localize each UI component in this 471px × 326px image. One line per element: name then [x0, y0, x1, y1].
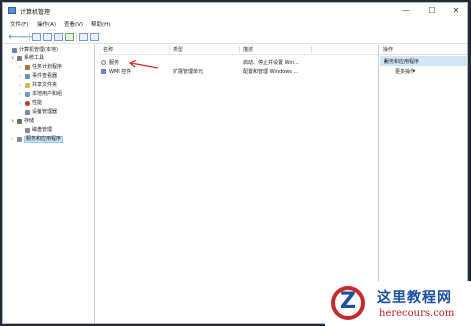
tree-node-label: 共享文件夹 [32, 82, 58, 88]
menu-bar: 文件(F) 操作(A) 查看(V) 帮助(H) [3, 20, 467, 29]
tree-expander-icon[interactable]: › [11, 136, 16, 143]
services-applications-icon [17, 137, 22, 142]
tools-icon [17, 56, 22, 61]
more-actions-item[interactable]: 更多操作 ▸ [395, 68, 416, 75]
annotation-arrow-icon [128, 60, 159, 69]
tree-expander-icon[interactable]: › [19, 73, 24, 80]
row-description: 启动、停止并设置 Win... [243, 60, 299, 66]
tree-expander-icon[interactable]: ∨ [11, 118, 16, 125]
tree-expander-icon[interactable]: › [19, 100, 24, 107]
device-manager-icon [25, 110, 30, 115]
column-header-row: 名称 类型 描述 [99, 45, 378, 55]
event-viewer-icon [25, 74, 30, 79]
computer-management-window: 计算机管理 — ☐ ✕ 文件(F) 操作(A) 查看(V) 帮助(H) 🡐 🡒 … [2, 2, 468, 324]
show-hide-tree-icon[interactable] [43, 33, 52, 41]
tree-node-label: 存储 [24, 118, 35, 124]
properties-icon[interactable] [54, 33, 63, 41]
toolbar-separator [29, 33, 30, 41]
watermark-title: 这里教程网 [377, 290, 452, 306]
tree-expander-icon[interactable]: › [19, 64, 24, 71]
users-icon [25, 92, 30, 97]
watermark-logo-letter: Z [340, 289, 356, 314]
tree-expander-icon[interactable]: ∨ [11, 55, 16, 62]
watermark-url: herecours.com [379, 308, 455, 319]
title-bar: 计算机管理 — ☐ ✕ [3, 3, 467, 18]
submenu-arrow-icon: ▸ [413, 68, 416, 74]
actions-header-label: 操作 [383, 47, 394, 53]
tree-node-label: 服务和应用程序 [24, 136, 64, 143]
toolbar: 🡐 🡒 [3, 31, 467, 44]
services-gear-icon [101, 60, 106, 65]
up-folder-icon[interactable] [32, 33, 41, 41]
column-divider[interactable] [239, 46, 240, 53]
tree-node-label: 性能 [32, 100, 43, 106]
tree-node-label: 事件查看器 [32, 73, 58, 79]
column-divider[interactable] [169, 46, 170, 53]
actions-section-services-applications[interactable]: 服务和应用程序 ▴ [380, 56, 467, 66]
tree-node-label: 计算机管理(本地) [19, 47, 58, 53]
tree-node-label: 系统工具 [24, 55, 45, 61]
column-divider[interactable] [311, 46, 312, 53]
maximize-button[interactable]: ☐ [421, 5, 443, 16]
row-description: 配置和管理 Windows ... [243, 69, 299, 75]
folder-icon [25, 83, 30, 88]
tree-expander-icon[interactable]: › [19, 82, 24, 89]
toolbar-separator [76, 33, 77, 41]
more-actions-label: 更多操作 [395, 69, 416, 75]
tree-expander-icon[interactable]: › [19, 91, 24, 98]
row-name: 服务 [109, 60, 120, 66]
back-arrow-icon[interactable]: 🡐 [8, 33, 27, 41]
storage-icon [17, 119, 22, 124]
computer-management-icon [8, 7, 16, 14]
tree-node-label: 设备管理器 [32, 109, 58, 115]
forward-arrow-icon[interactable]: 🡒 [18, 33, 37, 41]
computer-icon [12, 48, 17, 53]
menu-view[interactable]: 查看(V) [64, 20, 83, 28]
tree-node-label: 本地用户和组 [32, 91, 63, 97]
menu-action[interactable]: 操作(A) [37, 20, 56, 28]
menu-help[interactable]: 帮助(H) [91, 20, 110, 28]
clock-icon [25, 65, 30, 70]
help-icon[interactable] [79, 33, 88, 41]
column-header-type[interactable]: 类型 [173, 46, 183, 53]
column-header-description[interactable]: 描述 [243, 46, 253, 53]
site-watermark: Z 这里教程网 herecours.com [325, 281, 471, 326]
wmi-control-icon [101, 69, 106, 74]
column-header-name[interactable]: 名称 [103, 46, 113, 53]
minimize-button[interactable]: — [395, 5, 417, 16]
disk-icon [25, 128, 30, 133]
performance-icon [25, 101, 30, 106]
navigation-tree: 计算机管理(本地) ∨ 系统工具 › 任务计划程序 › 事件查看器 › 共享文件… [6, 45, 95, 323]
tree-node-label: 磁盘管理 [32, 127, 53, 133]
tree-node-label: 任务计划程序 [32, 64, 63, 70]
close-button[interactable]: ✕ [445, 5, 467, 16]
actions-header: 操作 [380, 45, 467, 55]
collapse-up-icon[interactable]: ▴ [384, 57, 464, 64]
row-type: 扩展管理单元 [173, 69, 204, 75]
export-list-icon[interactable] [65, 33, 74, 41]
menu-file[interactable]: 文件(F) [10, 20, 28, 28]
window-title: 计算机管理 [20, 9, 51, 16]
view-icon[interactable] [90, 33, 99, 41]
